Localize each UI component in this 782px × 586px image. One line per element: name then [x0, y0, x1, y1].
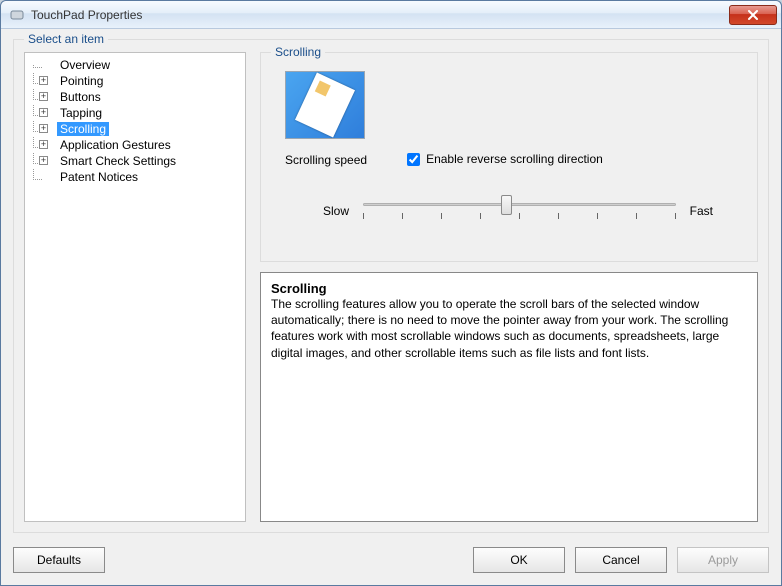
window-title: TouchPad Properties [31, 8, 729, 22]
tree-item[interactable]: +Application Gestures [43, 137, 243, 153]
tree-item-label: Smart Check Settings [57, 154, 179, 168]
fast-label: Fast [690, 204, 713, 218]
cancel-button[interactable]: Cancel [575, 547, 667, 573]
apply-button: Apply [677, 547, 769, 573]
tree-item[interactable]: +Tapping [43, 105, 243, 121]
group-legend: Select an item [24, 32, 108, 46]
tree-panel[interactable]: Overview+Pointing+Buttons+Tapping+Scroll… [24, 52, 246, 522]
scrolling-row: Scrolling speed Enable reverse scrolling… [285, 151, 741, 167]
scrolling-thumbnail [285, 71, 365, 139]
reverse-scroll-checkbox[interactable]: Enable reverse scrolling direction [407, 152, 603, 166]
expand-icon[interactable]: + [39, 124, 48, 133]
expand-icon[interactable]: + [39, 92, 48, 101]
tree-item[interactable]: Patent Notices [43, 169, 243, 185]
reverse-scroll-input[interactable] [407, 153, 420, 166]
button-row: Defaults OK Cancel Apply [13, 547, 769, 573]
tree-item-label: Patent Notices [57, 170, 141, 184]
tree-item-label: Overview [57, 58, 113, 72]
slow-label: Slow [323, 204, 349, 218]
description-panel: Scrolling The scrolling features allow y… [260, 272, 758, 522]
app-icon [9, 7, 25, 23]
tree-item-label: Buttons [57, 90, 104, 104]
expand-icon[interactable]: + [39, 76, 48, 85]
defaults-button[interactable]: Defaults [13, 547, 105, 573]
tree-item[interactable]: +Pointing [43, 73, 243, 89]
tree-item-label: Application Gestures [57, 138, 174, 152]
select-item-group: Select an item Overview+Pointing+Buttons… [13, 39, 769, 533]
right-column: Scrolling Scrolling speed Enable reverse… [260, 52, 758, 522]
expand-icon[interactable]: + [39, 156, 48, 165]
tree-item-label: Pointing [57, 74, 106, 88]
tree-item[interactable]: Overview [43, 57, 243, 73]
close-icon [747, 10, 759, 20]
scrolling-legend: Scrolling [271, 45, 325, 59]
client-area: Select an item Overview+Pointing+Buttons… [1, 29, 781, 585]
scrolling-speed-label: Scrolling speed [285, 153, 367, 167]
description-heading: Scrolling [271, 281, 747, 296]
window: TouchPad Properties Select an item Overv… [0, 0, 782, 586]
tree: Overview+Pointing+Buttons+Tapping+Scroll… [27, 57, 243, 185]
slider-thumb[interactable] [501, 195, 512, 215]
expand-icon[interactable]: + [39, 140, 48, 149]
tree-item-label: Scrolling [57, 122, 109, 136]
speed-slider[interactable] [363, 197, 676, 225]
close-button[interactable] [729, 5, 777, 25]
description-body: The scrolling features allow you to oper… [271, 296, 747, 361]
expand-icon[interactable]: + [39, 108, 48, 117]
ok-button[interactable]: OK [473, 547, 565, 573]
reverse-scroll-label: Enable reverse scrolling direction [426, 152, 603, 166]
tree-item-label: Tapping [57, 106, 105, 120]
tree-item[interactable]: +Smart Check Settings [43, 153, 243, 169]
scrolling-group: Scrolling Scrolling speed Enable reverse… [260, 52, 758, 262]
titlebar: TouchPad Properties [1, 1, 781, 29]
tree-item[interactable]: +Scrolling [43, 121, 243, 137]
speed-slider-row: Slow Fast [285, 197, 741, 225]
tree-item[interactable]: +Buttons [43, 89, 243, 105]
